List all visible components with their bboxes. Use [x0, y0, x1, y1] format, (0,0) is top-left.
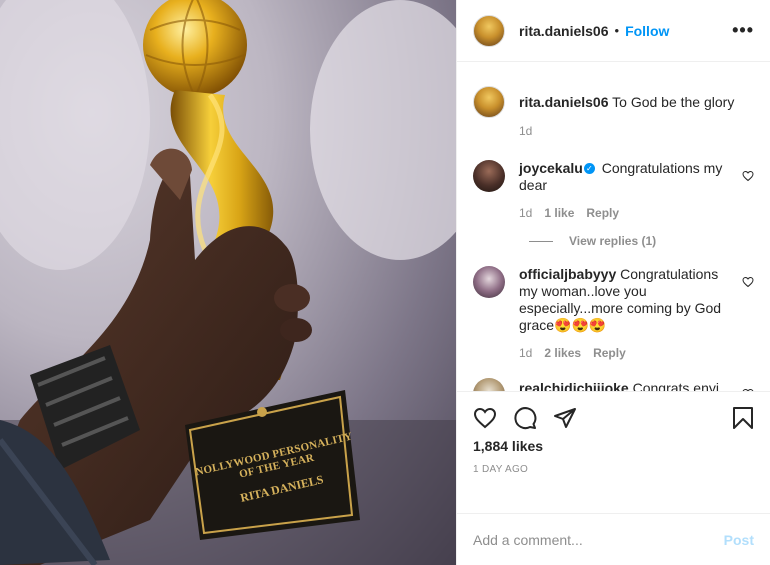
heart-icon[interactable] [473, 406, 497, 430]
caption-text: To God be the glory [612, 94, 735, 110]
comment-item: realchidichijioke Congrats enyi [473, 378, 754, 391]
comment-time[interactable]: 1d [519, 346, 532, 360]
post-side-panel: rita.daniels06 • Follow ••• rita.daniels… [456, 0, 770, 565]
caption-avatar[interactable] [473, 86, 505, 118]
comment-item: officialjbabyyy Congratulations my woman… [473, 266, 754, 360]
post-header: rita.daniels06 • Follow ••• [457, 0, 770, 62]
view-replies-button[interactable]: View replies (1) [529, 234, 754, 248]
commenter-avatar[interactable] [473, 266, 505, 298]
comments-list[interactable]: rita.daniels06 To God be the glory 1d jo… [457, 62, 770, 391]
follow-button[interactable]: Follow [625, 23, 669, 39]
comment-text: Congrats enyi [632, 380, 719, 391]
share-icon[interactable] [553, 406, 577, 430]
verified-badge-icon: ✓ [583, 162, 595, 174]
replies-divider [529, 240, 553, 242]
caption: rita.daniels06 To God be the glory 1d [473, 86, 754, 138]
comment-username[interactable]: officialjbabyyy [519, 266, 616, 282]
action-icons-row [473, 400, 754, 436]
comment-time[interactable]: 1d [519, 206, 532, 220]
comment-item: joycekalu ✓ Congratulations my dear 1d 1 … [473, 160, 754, 220]
comment-icon[interactable] [513, 406, 537, 430]
comment-likes[interactable]: 2 likes [544, 346, 581, 360]
reply-button[interactable]: Reply [586, 206, 619, 220]
comment-username[interactable]: realchidichijioke [519, 380, 629, 391]
add-comment-bar: Post [457, 513, 770, 565]
post-actions: 1,884 likes 1 DAY AGO [457, 391, 770, 513]
comment-username[interactable]: joycekalu [519, 160, 583, 176]
ellipsis-icon[interactable]: ••• [732, 20, 754, 41]
reply-button[interactable]: Reply [593, 346, 626, 360]
bookmark-icon[interactable] [732, 406, 754, 430]
post-timestamp[interactable]: 1 DAY AGO [473, 464, 754, 475]
author-username[interactable]: rita.daniels06 [519, 23, 609, 39]
header-separator: • [614, 23, 620, 38]
commenter-avatar[interactable] [473, 160, 505, 192]
caption-time[interactable]: 1d [519, 124, 532, 138]
caption-username[interactable]: rita.daniels06 [519, 94, 609, 110]
heart-icon[interactable] [742, 170, 754, 182]
post-comment-button[interactable]: Post [724, 532, 754, 548]
view-replies-label: View replies (1) [569, 234, 657, 248]
comment-input[interactable] [473, 531, 724, 548]
likes-count[interactable]: 1,884 likes [473, 438, 754, 454]
heart-icon[interactable] [742, 388, 754, 391]
heart-icon[interactable] [742, 276, 754, 288]
comment-likes[interactable]: 1 like [544, 206, 574, 220]
author-avatar[interactable] [473, 14, 505, 47]
post-photo[interactable]: NOLLYWOOD PERSONALITY OF THE YEAR RITA D… [0, 0, 456, 565]
commenter-avatar[interactable] [473, 378, 505, 391]
